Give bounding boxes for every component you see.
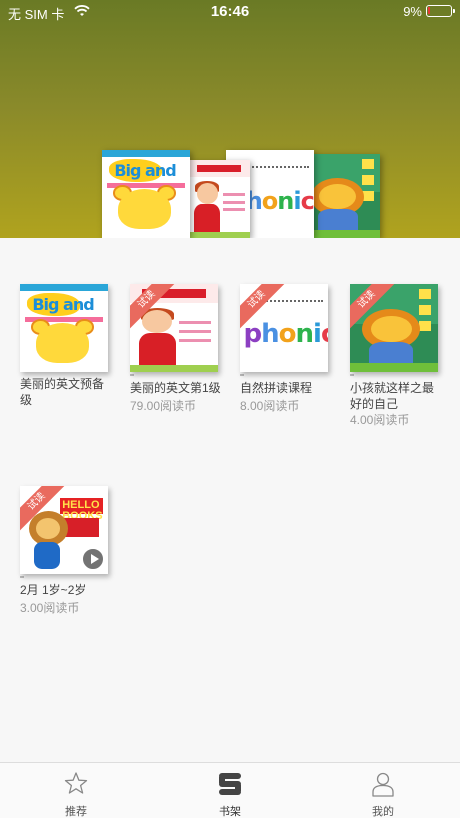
spine-dot <box>130 374 134 376</box>
cover-phonics-word: phonics <box>243 319 328 350</box>
book-item[interactable]: HELLO BOOKS 试读 2月 1岁~2岁 3.00阅读币 <box>20 486 112 616</box>
book-title: 美丽的英文预备级 <box>20 377 105 407</box>
bottom-tab-bar: 推荐 书架 我的 <box>0 762 460 818</box>
hero-book-big-and: Big and <box>102 150 190 238</box>
spine-dot <box>20 576 24 578</box>
book-item[interactable]: Big and 美丽的英文预备级 <box>20 284 112 408</box>
profile-icon <box>372 772 394 797</box>
bookshelf-grid: Big and 美丽的英文预备级 试读 美丽的英文第1级 79.00阅读币 ph… <box>0 238 460 762</box>
hero-book-level1 <box>188 160 250 238</box>
play-icon[interactable] <box>82 548 104 570</box>
book-cover[interactable]: Big and <box>20 284 108 372</box>
tab-mine[interactable]: 我的 <box>333 763 433 818</box>
book-title: 2月 1岁~2岁 <box>20 583 87 597</box>
book-price: 79.00阅读币 <box>130 399 197 413</box>
tab-label: 我的 <box>372 806 394 818</box>
spine-dot <box>240 374 244 376</box>
book-item[interactable]: 试读 美丽的英文第1级 79.00阅读币 <box>130 284 222 414</box>
book-title: 自然拼读课程 <box>240 381 313 395</box>
book-cover[interactable]: phonics 试读 <box>240 284 328 372</box>
book-item[interactable]: phonics 试读 自然拼读课程 8.00阅读币 <box>240 284 332 414</box>
book-cover[interactable]: 试读 <box>350 284 438 372</box>
tab-recommend[interactable]: 推荐 <box>26 763 126 818</box>
hero-book-stack: phonics Big and <box>0 0 460 238</box>
book-cover[interactable]: HELLO BOOKS 试读 <box>20 486 108 574</box>
book-cover[interactable]: 试读 <box>130 284 218 372</box>
cover-title-text: Big and <box>32 294 94 314</box>
header-banner: 无 SIM 卡 16:46 9% phonics <box>0 0 460 238</box>
book-title: 小孩就这样之最好的自己 <box>350 381 435 411</box>
tab-label: 书架 <box>219 806 241 818</box>
hero-big-and-text: Big and <box>114 160 176 180</box>
spine-dot <box>350 374 354 376</box>
tab-label: 推荐 <box>65 806 87 818</box>
bookshelf-icon <box>219 773 241 795</box>
tab-bookshelf[interactable]: 书架 <box>180 763 280 818</box>
book-price: 4.00阅读币 <box>350 413 410 427</box>
star-icon <box>64 772 88 794</box>
book-item[interactable]: 试读 小孩就这样之最好的自己 4.00阅读币 <box>350 284 442 428</box>
book-price: 3.00阅读币 <box>20 601 80 615</box>
book-title: 美丽的英文第1级 <box>130 381 221 395</box>
book-price: 8.00阅读币 <box>240 399 300 413</box>
